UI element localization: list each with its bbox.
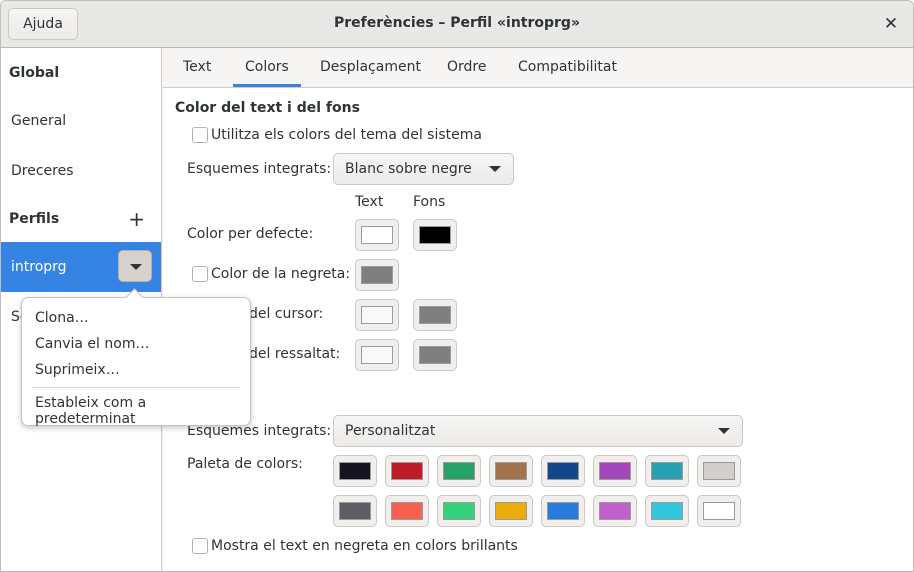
use-system-colors-label: Utilitza els colors del tema del sistema xyxy=(211,127,482,143)
section-title: Color del text i del fons xyxy=(175,100,360,116)
color-swatch xyxy=(419,306,451,324)
palette-color-button[interactable] xyxy=(489,495,533,527)
highlight-bg-color-button[interactable] xyxy=(413,339,457,371)
bold-bright-label: Mostra el text en negreta en colors bril… xyxy=(211,538,518,554)
tab-colors[interactable]: Colors xyxy=(233,48,301,87)
color-swatch xyxy=(361,306,393,324)
menu-item-clone[interactable]: Clona… xyxy=(35,310,89,326)
color-swatch xyxy=(443,462,475,480)
cursor-bg-color-button[interactable] xyxy=(413,299,457,331)
palette-color-button[interactable] xyxy=(593,495,637,527)
color-swatch xyxy=(651,502,683,520)
sidebar-header-label: Perfils xyxy=(9,211,60,227)
schemes-label: Esquemes integrats: xyxy=(187,161,332,177)
sidebar-item-label: General xyxy=(11,113,67,129)
palette-color-button[interactable] xyxy=(437,455,481,487)
palette-color-button[interactable] xyxy=(541,495,585,527)
bold-color-label: Color de la negreta: xyxy=(211,266,351,282)
sidebar-item-general[interactable]: General xyxy=(1,96,161,146)
title-bar: Ajuda Preferències – Perfil «introprg» ✕ xyxy=(1,1,913,48)
scheme-select[interactable]: Blanc sobre negre xyxy=(333,153,514,185)
menu-item-rename[interactable]: Canvia el nom… xyxy=(35,336,149,352)
palette-scheme-value: Personalitzat xyxy=(345,423,436,439)
chevron-down-icon xyxy=(130,264,142,270)
scheme-value: Blanc sobre negre xyxy=(345,161,472,177)
palette-color-button[interactable] xyxy=(385,455,429,487)
palette-color-button[interactable] xyxy=(385,495,429,527)
tab-bar: Text Colors Desplaçament Ordre Compatibi… xyxy=(163,48,913,88)
highlight-text-color-button[interactable] xyxy=(355,339,399,371)
tab-text[interactable]: Text xyxy=(183,48,211,87)
default-color-label: Color per defecte: xyxy=(187,226,314,242)
color-swatch xyxy=(361,266,393,284)
color-swatch xyxy=(391,462,423,480)
default-bg-color-button[interactable] xyxy=(413,219,457,251)
sidebar-header-label: Global xyxy=(9,65,60,81)
color-swatch xyxy=(419,226,451,244)
bold-color-checkbox[interactable] xyxy=(192,266,208,282)
cursor-text-color-button[interactable] xyxy=(355,299,399,331)
profile-popover-menu: Clona… Canvia el nom… Suprimeix… Estable… xyxy=(21,288,251,427)
color-swatch xyxy=(703,462,735,480)
profile-menu-button[interactable] xyxy=(118,250,152,282)
column-text-label: Text xyxy=(355,194,384,210)
color-swatch xyxy=(361,346,393,364)
palette-color-button[interactable] xyxy=(541,455,585,487)
color-swatch xyxy=(495,502,527,520)
sidebar-item-label: Dreceres xyxy=(11,163,74,179)
palette-color-button[interactable] xyxy=(645,455,689,487)
palette-color-button[interactable] xyxy=(333,455,377,487)
palette-color-button[interactable] xyxy=(645,495,689,527)
palette-color-button[interactable] xyxy=(437,495,481,527)
chevron-down-icon xyxy=(718,428,730,434)
color-swatch xyxy=(391,502,423,520)
menu-separator xyxy=(32,387,240,388)
sidebar-item-profile[interactable]: introprg xyxy=(1,242,161,292)
window-title: Preferències – Perfil «introprg» xyxy=(333,15,580,31)
bold-bright-checkbox[interactable] xyxy=(192,538,208,554)
color-swatch xyxy=(443,502,475,520)
color-swatch xyxy=(547,462,579,480)
color-swatch xyxy=(419,346,451,364)
sidebar-item-shortcuts[interactable]: Dreceres xyxy=(1,146,161,196)
sidebar-item-label: introprg xyxy=(11,259,67,275)
default-text-color-button[interactable] xyxy=(355,219,399,251)
palette-label: Paleta de colors: xyxy=(187,456,303,472)
use-system-colors-checkbox[interactable] xyxy=(192,127,208,143)
color-swatch xyxy=(599,502,631,520)
tab-scrolling[interactable]: Desplaçament xyxy=(320,48,421,87)
color-swatch xyxy=(495,462,527,480)
palette-color-button[interactable] xyxy=(593,455,637,487)
palette-color-button[interactable] xyxy=(697,495,741,527)
color-swatch xyxy=(339,502,371,520)
close-icon[interactable]: ✕ xyxy=(881,14,901,34)
cursor-color-label: del cursor: xyxy=(249,306,324,322)
color-swatch xyxy=(703,502,735,520)
preferences-window: Ajuda Preferències – Perfil «introprg» ✕… xyxy=(0,0,914,572)
chevron-down-icon xyxy=(489,166,501,172)
sidebar-header-profiles: Perfils + xyxy=(1,194,161,244)
palette-scheme-select[interactable]: Personalitzat xyxy=(333,415,743,447)
add-profile-icon[interactable]: + xyxy=(128,194,145,244)
palette-color-button[interactable] xyxy=(333,495,377,527)
menu-item-delete[interactable]: Suprimeix… xyxy=(35,362,120,378)
palette-color-button[interactable] xyxy=(489,455,533,487)
color-swatch xyxy=(339,462,371,480)
color-swatch xyxy=(651,462,683,480)
color-swatch xyxy=(361,226,393,244)
tab-command[interactable]: Ordre xyxy=(447,48,486,87)
palette-color-button[interactable] xyxy=(697,455,741,487)
tab-compatibility[interactable]: Compatibilitat xyxy=(518,48,617,87)
highlight-color-label: del ressaltat: xyxy=(249,346,341,362)
menu-item-set-default[interactable]: Estableix com a predeterminat xyxy=(35,395,250,427)
bold-color-button[interactable] xyxy=(355,259,399,291)
sidebar-header-global: Global xyxy=(1,48,161,98)
column-background-label: Fons xyxy=(413,194,446,210)
color-swatch xyxy=(547,502,579,520)
colors-panel: Color del text i del fons Utilitza els c… xyxy=(163,88,913,571)
color-swatch xyxy=(599,462,631,480)
